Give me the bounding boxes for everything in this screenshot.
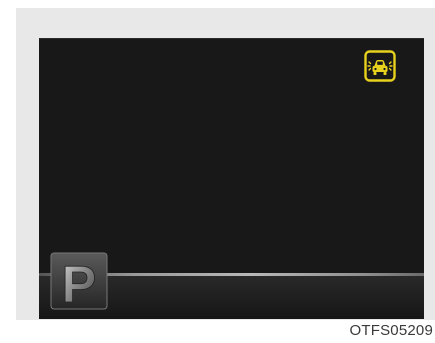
vehicle-sensor-warning-icon	[364, 50, 396, 82]
park-gear-icon: P	[50, 252, 108, 310]
cluster-display: P	[39, 38, 424, 319]
gear-label: P	[62, 256, 97, 310]
figure-code: OTFS05209	[349, 322, 433, 339]
